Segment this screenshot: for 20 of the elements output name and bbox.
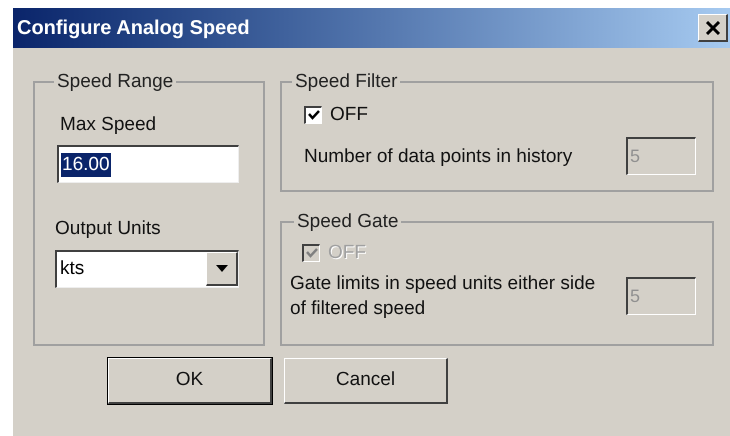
checkbox-label: OFF <box>330 102 368 126</box>
caret-icon <box>216 265 228 272</box>
dialog-button[interactable]: Cancel <box>284 358 448 404</box>
field-label: Number of data points in history <box>304 144 572 168</box>
group-title: Speed Range <box>56 70 174 94</box>
close-icon <box>706 20 720 34</box>
field-label: Max Speed <box>60 112 158 136</box>
window-title: Configure Analog Speed <box>17 16 250 41</box>
field-label: Gate limits in speed units either side of filtered speed <box>290 272 596 321</box>
field-value: 16.00 <box>61 152 111 176</box>
group-title: Speed Gate <box>296 210 400 234</box>
dialog-button[interactable]: OK <box>108 358 272 404</box>
dropdown-button[interactable] <box>206 252 238 286</box>
output-units-dropdown[interactable]: kts <box>55 250 239 288</box>
max-speed-field[interactable]: 16.00 <box>57 145 239 183</box>
close-button[interactable] <box>698 14 728 42</box>
field-label: Output Units <box>55 217 162 241</box>
dropdown-value: kts <box>60 256 84 281</box>
checkbox[interactable] <box>304 106 322 124</box>
group-title: Speed Filter <box>294 70 398 94</box>
